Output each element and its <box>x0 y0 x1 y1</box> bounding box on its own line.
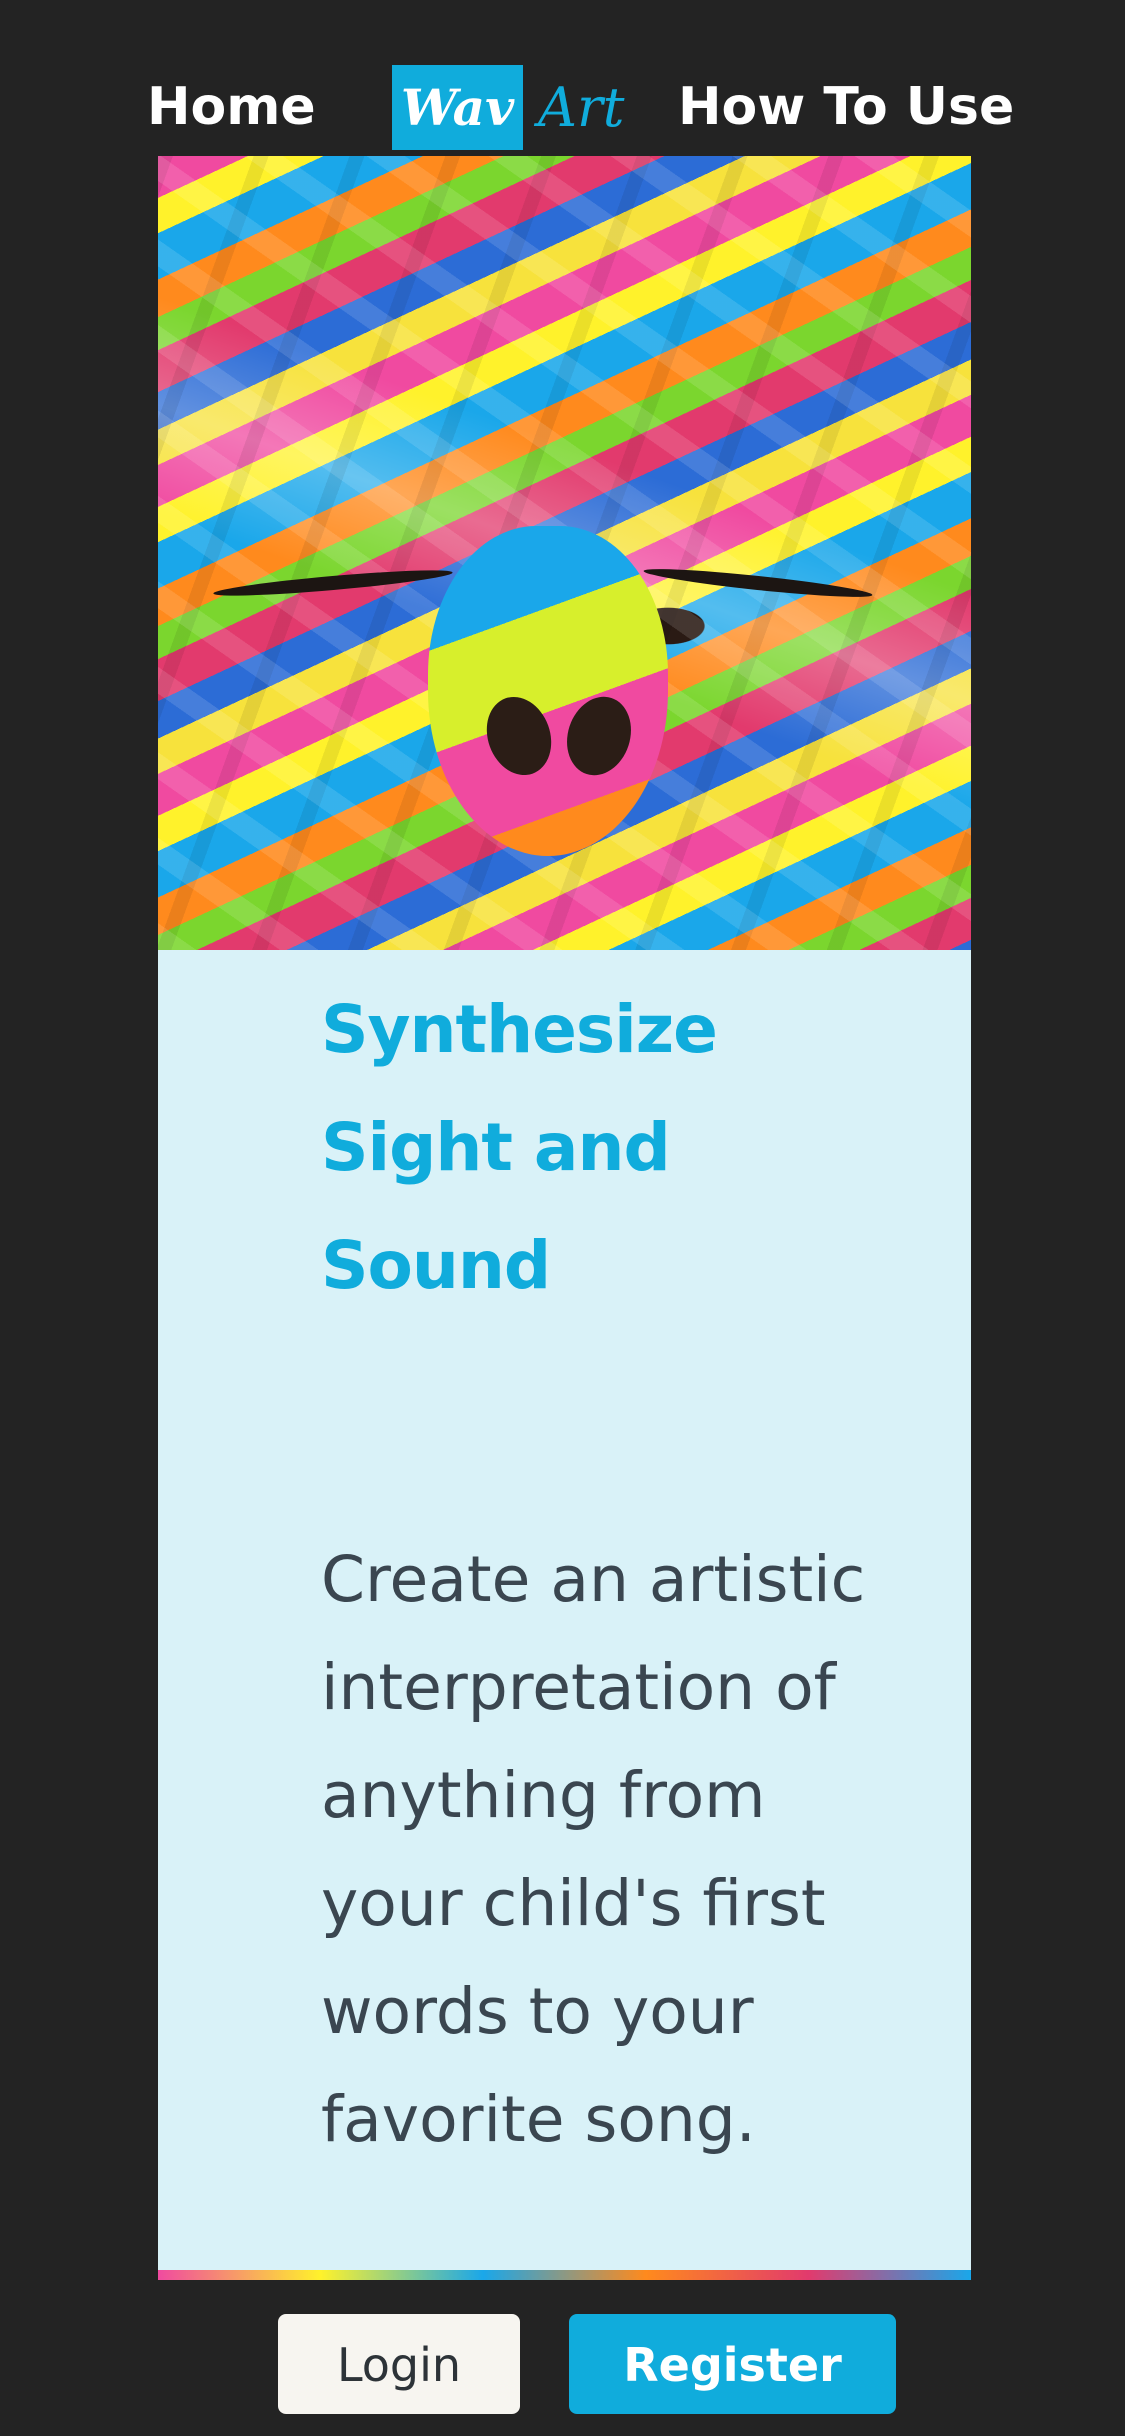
logo-art-text: Art <box>538 76 625 139</box>
card-bottom-strip <box>158 2270 971 2280</box>
hero-description: Create an artistic interpretation of any… <box>321 1543 866 2156</box>
hero-card: Synthesize Sight and Sound Create an art… <box>158 156 971 2280</box>
nav-how-to-use-link[interactable]: How To Use <box>678 72 1014 142</box>
hero-painted-nose <box>428 526 668 856</box>
wavart-logo[interactable]: Wav Art <box>392 65 632 150</box>
nav-home-link[interactable]: Home <box>147 72 316 142</box>
login-button[interactable]: Login <box>278 2314 520 2414</box>
top-nav: Home Wav Art How To Use <box>0 62 1125 154</box>
hero-nostril-left <box>476 687 562 785</box>
hero-image <box>158 156 971 950</box>
logo-wav-text: Wav <box>392 65 523 150</box>
hero-headline: Synthesize Sight and Sound <box>321 991 718 1304</box>
register-button[interactable]: Register <box>569 2314 896 2414</box>
hero-nostril-right <box>557 688 641 784</box>
